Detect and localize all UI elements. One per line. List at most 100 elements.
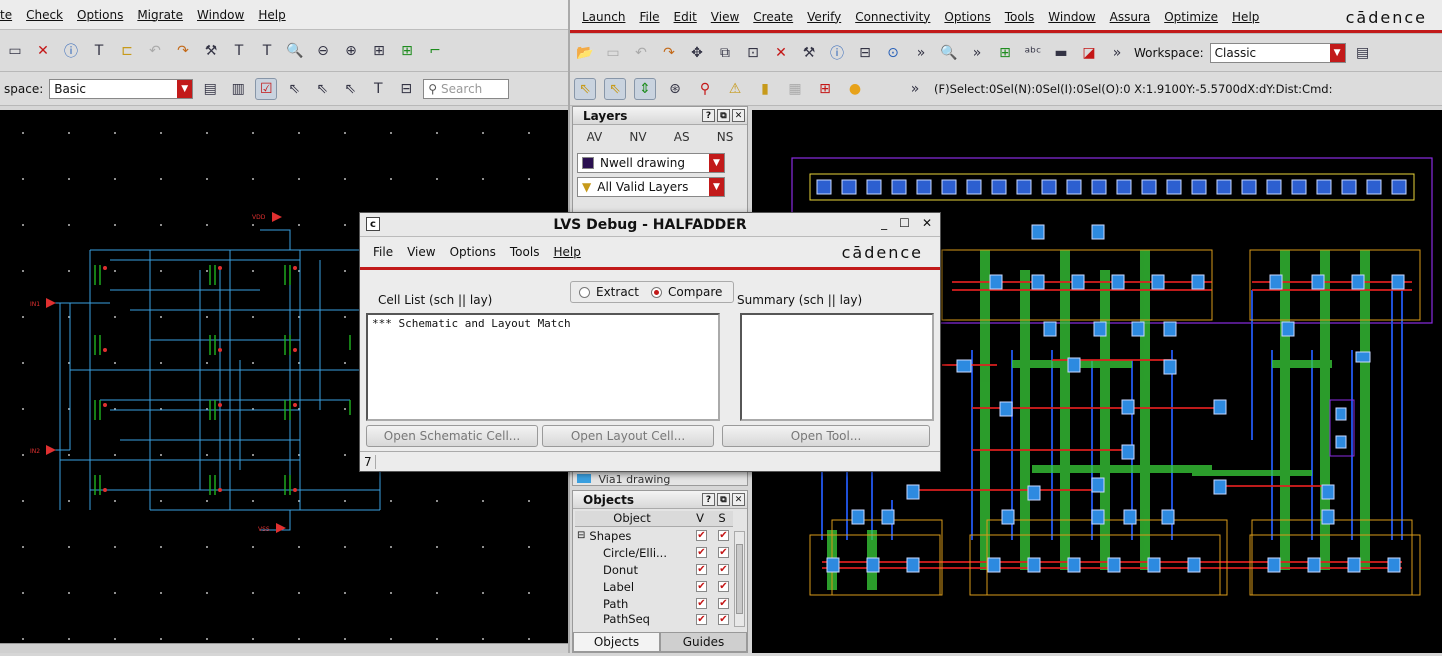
cell-list-box[interactable]: *** Schematic and Layout Match	[366, 313, 720, 421]
stretch-icon[interactable]: ⊏	[116, 40, 138, 62]
move-icon[interactable]: ✥	[686, 42, 708, 64]
more-icon-3[interactable]: »	[1106, 42, 1128, 64]
menu-item-connectivity[interactable]: Connectivity	[855, 10, 930, 24]
redo-icon[interactable]: ↷	[658, 42, 680, 64]
select-edge-icon[interactable]: ⊛	[664, 78, 686, 100]
redo-icon[interactable]: ↷	[172, 40, 194, 62]
filter-icon[interactable]: ⊟	[395, 78, 417, 100]
help-icon[interactable]: ?	[702, 493, 715, 506]
search-input[interactable]: ⚲ Search	[423, 78, 510, 99]
select-stack-icon[interactable]: ⇕	[634, 77, 656, 100]
add-wire-icon[interactable]: ⌐	[424, 40, 446, 62]
ruler-icon[interactable]: ⊟	[854, 42, 876, 64]
layer-filter-select[interactable]: ▼ All Valid Layers ▼	[577, 177, 725, 197]
more-icon-4[interactable]: »	[904, 78, 926, 100]
add-instance-icon[interactable]: ⊞	[396, 40, 418, 62]
delete-icon[interactable]: ✕	[32, 40, 54, 62]
tree-row[interactable]: Donut ✔ ✔	[577, 561, 733, 578]
select-checkbox[interactable]: ✔	[718, 598, 729, 609]
dlg-menu-help[interactable]: Help	[553, 245, 580, 259]
more-icon[interactable]: »	[910, 42, 932, 64]
property-icon[interactable]: ⚒	[798, 42, 820, 64]
save-icon[interactable]: ▭	[4, 40, 26, 62]
pointer-wire-icon[interactable]: ⇖	[311, 78, 333, 100]
undo-icon[interactable]: ↶	[144, 40, 166, 62]
select-pointer-icon[interactable]: ⇖	[574, 77, 596, 100]
select-checkbox[interactable]: ✔	[718, 530, 729, 541]
tab-guides[interactable]: Guides	[660, 632, 747, 652]
select-area-icon[interactable]: ⇖	[604, 77, 626, 100]
visible-checkbox[interactable]: ✔	[696, 530, 707, 541]
zoom-icon[interactable]: 🔍	[938, 42, 960, 64]
tab-ns[interactable]: NS	[717, 130, 734, 144]
objects-scrollbar[interactable]	[734, 531, 745, 627]
tree-row[interactable]: Path ✔ ✔	[577, 595, 733, 612]
menu-item-edit[interactable]: Edit	[674, 10, 697, 24]
col-selectable[interactable]: S	[711, 511, 733, 526]
tab-av[interactable]: AV	[587, 130, 603, 144]
scrollbar-thumb[interactable]	[736, 544, 743, 614]
dlg-menu-view[interactable]: View	[407, 245, 435, 259]
label-t-small-icon[interactable]: T	[256, 40, 278, 62]
workspace-delete-icon[interactable]: ▥	[227, 78, 249, 100]
help-icon[interactable]: ?	[702, 109, 715, 122]
visible-checkbox[interactable]: ✔	[696, 547, 707, 558]
highlight-icon[interactable]: ▮	[754, 78, 776, 100]
probe-icon[interactable]: ⚲	[694, 78, 716, 100]
menu-item-view[interactable]: View	[711, 10, 739, 24]
collapse-icon[interactable]: ⊟	[577, 530, 585, 541]
layer-select[interactable]: Nwell drawing ▼	[577, 153, 725, 173]
close-icon[interactable]: ✕	[732, 109, 745, 122]
menu-item-tools[interactable]: Tools	[1005, 10, 1035, 24]
col-visible[interactable]: V	[689, 511, 711, 526]
undo-icon[interactable]: ↶	[630, 42, 652, 64]
maximize-icon[interactable]: ☐	[899, 216, 910, 230]
snap-icon[interactable]: ⊞	[814, 78, 836, 100]
radio-compare-label[interactable]: Compare	[668, 285, 722, 299]
pointer-text-icon[interactable]: T	[367, 78, 389, 100]
col-object[interactable]: Object	[575, 511, 689, 526]
radio-extract[interactable]	[579, 286, 590, 298]
tree-row[interactable]: Label ✔ ✔	[577, 578, 733, 595]
menu-item-launch[interactable]: Launch	[582, 10, 625, 24]
workspace-save-icon[interactable]: ▤	[1352, 42, 1374, 64]
select-checkbox[interactable]: ✔	[718, 613, 729, 625]
save-icon[interactable]: ▭	[602, 42, 624, 64]
label-icon[interactable]: ᵃᵇᶜ	[1022, 42, 1044, 64]
menu-item-window[interactable]: Window	[197, 8, 244, 22]
pointer-instance-icon[interactable]: ⇖	[339, 78, 361, 100]
tab-as[interactable]: AS	[674, 130, 690, 144]
select-checkbox[interactable]: ✔	[718, 581, 729, 592]
menu-item-check[interactable]: Check	[26, 8, 63, 22]
select-checkbox[interactable]: ✔	[718, 547, 729, 558]
add-via-icon[interactable]: ⊞	[994, 42, 1016, 64]
workspace-save-icon[interactable]: ▤	[199, 78, 221, 100]
select-checkbox[interactable]: ✔	[718, 564, 729, 575]
stretch-icon[interactable]: ⊡	[742, 42, 764, 64]
close-icon[interactable]: ✕	[922, 216, 932, 230]
descend-icon[interactable]: ⊙	[882, 42, 904, 64]
tab-nv[interactable]: NV	[629, 130, 646, 144]
menu-item-help[interactable]: Help	[1232, 10, 1259, 24]
zoom-out-icon[interactable]: ⊖	[312, 40, 334, 62]
workspace-select[interactable]: Classic ▼	[1209, 42, 1346, 63]
menu-item-create[interactable]: Create	[753, 10, 793, 24]
text-icon[interactable]: T	[88, 40, 110, 62]
dialog-titlebar[interactable]: c LVS Debug - HALFADDER _ ☐ ✕	[360, 213, 940, 237]
more-icon-2[interactable]: »	[966, 42, 988, 64]
visible-checkbox[interactable]: ✔	[696, 613, 707, 625]
select-checkbox-icon[interactable]: ☑	[255, 77, 278, 100]
menu-item-migrate[interactable]: Migrate	[137, 8, 183, 22]
pin-icon[interactable]: ▬	[1050, 42, 1072, 64]
menu-item-verify[interactable]: Verify	[807, 10, 841, 24]
tree-row[interactable]: Circle/Elli... ✔ ✔	[577, 544, 733, 561]
open-icon[interactable]: 📂	[574, 42, 596, 64]
open-layout-cell-button[interactable]: Open Layout Cell...	[542, 425, 714, 447]
open-schematic-cell-button[interactable]: Open Schematic Cell...	[366, 425, 538, 447]
menu-item-file[interactable]: File	[639, 10, 659, 24]
tree-row[interactable]: PathSeq ✔ ✔	[577, 612, 733, 626]
summary-box[interactable]	[740, 313, 934, 421]
menu-item-te[interactable]: te	[0, 8, 12, 22]
copy-icon[interactable]: ⧉	[714, 42, 736, 64]
menu-item-optimize[interactable]: Optimize	[1164, 10, 1218, 24]
